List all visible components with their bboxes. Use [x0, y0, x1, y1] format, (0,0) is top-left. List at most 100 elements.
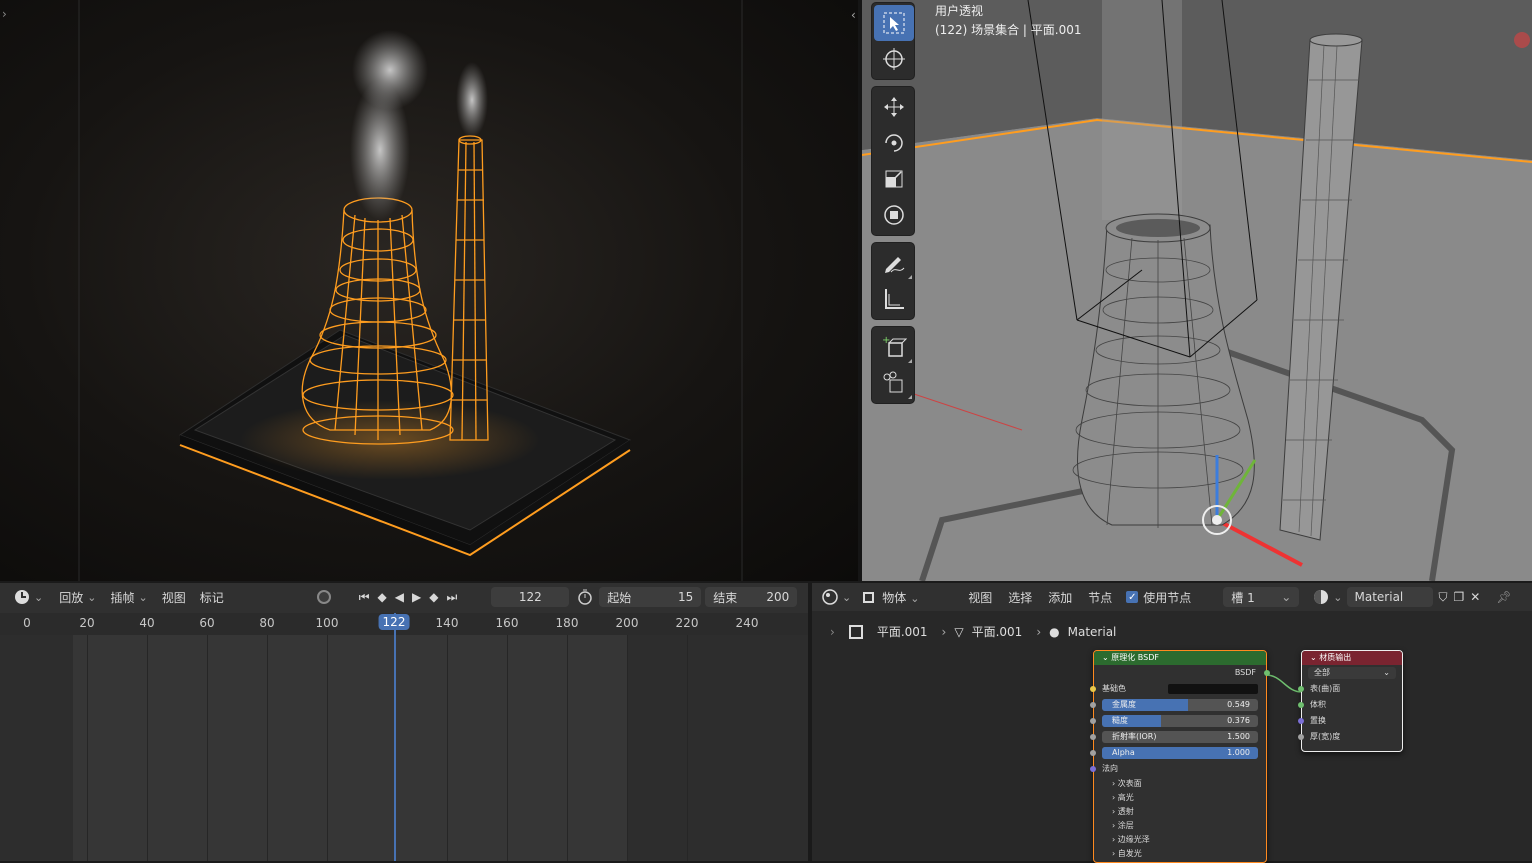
principled-bsdf-node[interactable]: ⌄ 原理化 BSDF BSDF 基础色 金属度 0.549 糙度 0.376 折…	[1090, 650, 1270, 863]
frame-gridline	[327, 635, 328, 861]
timeline-track-area[interactable]	[0, 635, 808, 861]
node-header[interactable]: ⌄ 材质输出	[1302, 651, 1402, 665]
roughness-value: 0.376	[1227, 716, 1250, 725]
input-socket[interactable]	[1090, 686, 1096, 692]
timeline-editor: 回放 插帧 视图 标记 ⏮ ◆ ◀ ▶ ◆ ⏭ 122 起始 15 结束 200…	[0, 583, 808, 861]
play-reverse-icon[interactable]: ◀	[395, 590, 404, 604]
extrude-tool[interactable]	[874, 365, 914, 401]
target-dropdown[interactable]: 全部 ⌄	[1308, 667, 1396, 679]
render-preview-image: ›	[2, 0, 743, 581]
node-header[interactable]: ⌄ 原理化 BSDF	[1094, 651, 1266, 665]
playhead-frame-badge[interactable]: 122	[378, 614, 410, 630]
jump-start-icon[interactable]: ⏮	[359, 590, 370, 605]
collapse-arrow-icon[interactable]: ⌄	[1310, 653, 1317, 662]
frame-gridline	[207, 635, 208, 861]
panel-transmission[interactable]: › 透射	[1094, 805, 1266, 819]
node-title: 材质输出	[1319, 653, 1352, 662]
render-viewport[interactable]: ›	[0, 0, 858, 581]
panel-coat[interactable]: › 涂层	[1094, 819, 1266, 833]
end-frame-value: 200	[766, 590, 790, 604]
editor-type-button[interactable]	[14, 589, 43, 605]
scale-tool[interactable]	[874, 161, 914, 197]
chevron-left-icon[interactable]: ‹	[851, 8, 856, 22]
jump-end-icon[interactable]: ⏭	[446, 590, 457, 605]
clock-icon	[15, 590, 29, 604]
roughness-slider[interactable]: 糙度 0.376	[1102, 715, 1258, 727]
menu-marker[interactable]: 标记	[200, 589, 224, 606]
tool-group-add: +	[871, 326, 915, 404]
viewport-scene-label: (122) 场景集合 | 平面.001	[935, 23, 1082, 37]
add-cube-tool[interactable]: +	[874, 329, 914, 365]
frame-tick-label: 0	[23, 616, 31, 630]
base-color-swatch[interactable]	[1168, 684, 1258, 694]
frame-gridline	[447, 635, 448, 861]
frame-tick-label: 140	[435, 616, 459, 630]
ior-row: 折射率(IOR) 1.500	[1090, 729, 1266, 745]
displacement-input-row: 置换	[1298, 713, 1402, 729]
menu-keying[interactable]: 插帧	[110, 589, 147, 606]
normal-label: 法向	[1102, 764, 1118, 773]
input-socket[interactable]	[1090, 718, 1096, 724]
ior-label: 折射率(IOR)	[1112, 732, 1157, 741]
start-frame-label: 起始	[607, 590, 632, 605]
playhead[interactable]	[394, 613, 396, 861]
roughness-label: 糙度	[1112, 716, 1128, 725]
metallic-value: 0.549	[1227, 700, 1250, 709]
input-socket[interactable]	[1090, 766, 1096, 772]
viewport-scene	[862, 0, 1532, 581]
metallic-label: 金属度	[1112, 700, 1136, 709]
annotate-tool[interactable]	[874, 245, 914, 281]
input-socket[interactable]	[1298, 686, 1304, 692]
metallic-slider[interactable]: 金属度 0.549	[1102, 699, 1258, 711]
frame-gridline	[627, 635, 628, 861]
volume-input-row: 体积	[1298, 697, 1402, 713]
material-output-node[interactable]: ⌄ 材质输出 全部 ⌄ 表(曲)面 体积 置换 厚(宽)度	[1298, 650, 1403, 752]
input-label: 厚(宽)度	[1310, 732, 1341, 741]
alpha-slider[interactable]: Alpha 1.000	[1102, 747, 1258, 759]
rotate-tool[interactable]	[874, 125, 914, 161]
input-socket[interactable]	[1298, 702, 1304, 708]
node-title: 原理化 BSDF	[1111, 653, 1159, 662]
transform-tool[interactable]	[874, 197, 914, 233]
input-socket[interactable]	[1298, 718, 1304, 724]
output-socket[interactable]	[1264, 670, 1270, 676]
select-box-tool[interactable]	[874, 5, 914, 41]
next-keyframe-icon[interactable]: ◆	[429, 590, 438, 604]
tool-group-transform	[871, 86, 915, 236]
metallic-row: 金属度 0.549	[1090, 697, 1266, 713]
start-frame-field[interactable]: 起始 15	[599, 587, 702, 607]
frame-gridline	[507, 635, 508, 861]
playback-controls: ⏮ ◆ ◀ ▶ ◆ ⏭	[359, 590, 458, 605]
auto-keying-toggle[interactable]	[316, 590, 331, 604]
thickness-input-row: 厚(宽)度	[1298, 729, 1402, 745]
panel-subsurface[interactable]: › 次表面	[1094, 777, 1266, 791]
panel-label: 透射	[1117, 807, 1134, 816]
measure-tool[interactable]	[874, 281, 914, 317]
ior-value: 1.500	[1227, 732, 1250, 741]
ruler-icon	[885, 289, 904, 309]
3d-cursor-tool[interactable]	[874, 41, 914, 77]
input-socket[interactable]	[1090, 702, 1096, 708]
shader-editor[interactable]: 物体 视图 选择 添加 节点 ✓ 使用节点 槽 1⌄ Material ⛉ ❐ …	[812, 583, 1532, 863]
input-socket[interactable]	[1090, 750, 1096, 756]
end-frame-field[interactable]: 结束 200	[705, 587, 798, 607]
panel-specular[interactable]: › 高光	[1094, 791, 1266, 805]
tool-shelf: +	[871, 2, 915, 410]
input-label: 体积	[1310, 700, 1326, 709]
frame-range	[73, 635, 628, 861]
menu-playback[interactable]: 回放	[59, 589, 96, 606]
prev-keyframe-icon[interactable]: ◆	[378, 590, 387, 604]
3d-viewport[interactable]	[862, 0, 1532, 581]
current-frame-field[interactable]: 122	[491, 587, 570, 607]
ior-field[interactable]: 折射率(IOR) 1.500	[1102, 731, 1258, 743]
collapse-arrow-icon[interactable]: ⌄	[1102, 653, 1109, 662]
input-socket[interactable]	[1090, 734, 1096, 740]
panel-emission[interactable]: › 自发光	[1094, 847, 1266, 861]
move-tool[interactable]	[874, 89, 914, 125]
input-socket[interactable]	[1298, 734, 1304, 740]
play-icon[interactable]: ▶	[412, 590, 421, 604]
menu-view[interactable]: 视图	[162, 589, 186, 606]
panel-sheen[interactable]: › 边缘光泽	[1094, 833, 1266, 847]
record-icon	[316, 590, 331, 604]
stopwatch-icon[interactable]	[577, 589, 593, 605]
